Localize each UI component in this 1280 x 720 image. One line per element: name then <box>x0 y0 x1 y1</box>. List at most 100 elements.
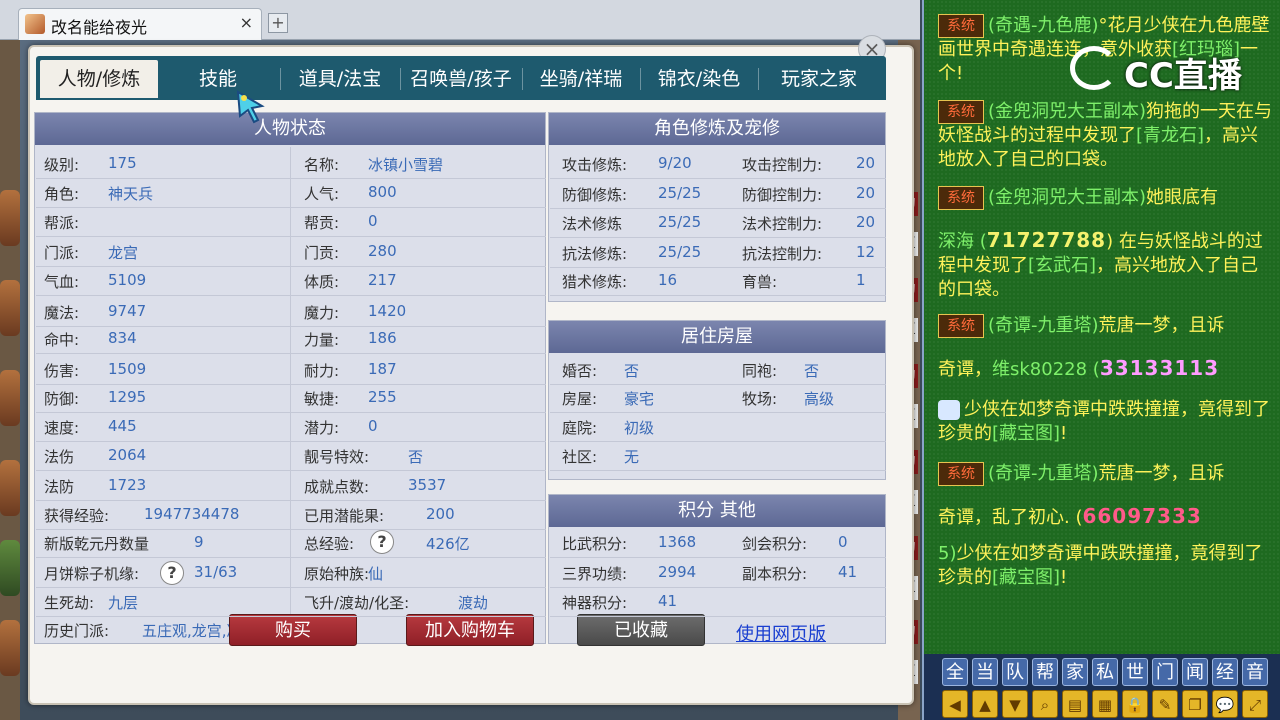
chat-channel-button[interactable]: 闻 <box>1182 658 1208 686</box>
arrow-up-icon[interactable]: ▲ <box>972 690 998 718</box>
dialog-tab-bar: 人物/修炼 技能 道具/法宝 召唤兽/孩子 坐骑/祥瑞 锦衣/染色 玩家之家 <box>36 56 886 100</box>
status-value: 426亿 <box>426 535 470 553</box>
chat-channel-button[interactable]: 家 <box>1062 658 1088 686</box>
chat-panel: 系统 (奇遇-九色鹿)°花月少侠在九色鹿壁画世界中奇遇连连，意外收获[红玛瑙]一个… <box>922 0 1280 654</box>
tab-mounts[interactable]: 坐骑/祥瑞 <box>524 60 638 98</box>
lock-icon[interactable]: 🔒 <box>1122 690 1148 718</box>
chat-channel-button[interactable]: 门 <box>1152 658 1178 686</box>
housing-label: 房屋: <box>562 390 598 408</box>
row-divider <box>550 384 886 385</box>
expand-icon[interactable]: ⤢ <box>1242 690 1268 718</box>
browser-tab[interactable]: 改名能给夜光 × <box>18 8 262 40</box>
favorited-button[interactable]: 已收藏 <box>577 614 705 646</box>
chat-channel-button[interactable]: 队 <box>1002 658 1028 686</box>
status-value: 九层 <box>108 594 139 612</box>
tab-outfits[interactable]: 锦衣/染色 <box>642 60 756 98</box>
chat-channel-button[interactable]: 当 <box>972 658 998 686</box>
status-value: 5109 <box>108 271 147 289</box>
status-label: 获得经验: <box>44 507 110 525</box>
note-icon[interactable]: ▤ <box>1062 690 1088 718</box>
magnify-icon[interactable]: ⌕ <box>1032 690 1058 718</box>
side-character-portrait <box>0 190 20 246</box>
arrow-left-icon[interactable]: ◀ <box>942 690 968 718</box>
cultivation-label: 攻击修炼: <box>562 156 628 174</box>
side-character-portrait <box>0 620 20 676</box>
status-label: 防御: <box>44 390 80 408</box>
close-tab-icon[interactable]: × <box>240 13 253 32</box>
row-divider <box>550 557 886 558</box>
row-divider <box>36 295 546 296</box>
chat-channel-button[interactable]: 音 <box>1242 658 1268 686</box>
housing-label: 婚否: <box>562 362 598 380</box>
new-tab-button[interactable]: + <box>268 13 288 33</box>
row-divider <box>36 441 546 442</box>
status-label: 总经验: <box>304 535 355 553</box>
points-label: 剑会积分: <box>742 535 808 553</box>
arrow-down-icon[interactable]: ▼ <box>1002 690 1028 718</box>
row-divider <box>550 441 886 442</box>
chat-message: 系统 (金兜洞兕大王副本)她眼底有 <box>938 186 1274 210</box>
status-value: 冰镇小雪碧 <box>368 156 444 174</box>
copy-icon[interactable]: ❐ <box>1182 690 1208 718</box>
help-icon[interactable]: ? <box>160 561 184 585</box>
add-to-cart-button[interactable]: 加入购物车 <box>406 614 534 646</box>
tab-player-home[interactable]: 玩家之家 <box>760 60 878 98</box>
row-divider <box>36 529 546 530</box>
status-label: 名称: <box>304 156 340 174</box>
points-panel-title: 积分 其他 <box>549 495 885 527</box>
row-divider <box>550 267 886 268</box>
grid-icon[interactable]: ▦ <box>1092 690 1118 718</box>
web-version-link[interactable]: 使用网页版 <box>736 620 826 646</box>
row-divider <box>36 384 546 385</box>
points-label: 神器积分: <box>562 594 628 612</box>
system-badge: 系统 <box>938 14 984 38</box>
help-icon[interactable]: ? <box>370 530 394 554</box>
points-value: 0 <box>838 533 848 551</box>
status-value: 187 <box>368 360 397 378</box>
status-value: 200 <box>426 505 455 523</box>
points-value: 2994 <box>658 563 697 581</box>
chat-message: 深海 (71727788) 在与妖怪战斗的过程中发现了[玄武石]，高兴地放入了自… <box>938 228 1263 300</box>
tab-character[interactable]: 人物/修炼 <box>40 60 158 98</box>
cultivation-value: 25/25 <box>658 243 702 261</box>
buy-button[interactable]: 购买 <box>229 614 357 646</box>
tab-pets[interactable]: 召唤兽/孩子 <box>402 60 520 98</box>
housing-value: 豪宅 <box>624 390 655 408</box>
row-divider <box>36 470 546 471</box>
status-label: 潜力: <box>304 419 340 437</box>
chat-channel-button[interactable]: 全 <box>942 658 968 686</box>
cultivation-value: 25/25 <box>658 184 702 202</box>
system-badge: 系统 <box>938 314 984 338</box>
cultivation-label: 育兽: <box>742 273 778 291</box>
avatar-icon <box>25 14 45 34</box>
browser-tab-bar: 改名能给夜光 × + <box>0 0 920 40</box>
tab-items[interactable]: 道具/法宝 <box>282 60 398 98</box>
status-label: 伤害: <box>44 362 80 380</box>
chat-channel-button[interactable]: 帮 <box>1032 658 1058 686</box>
status-value: 2064 <box>108 446 147 464</box>
brush-icon[interactable]: ✎ <box>1152 690 1178 718</box>
status-label: 门贡: <box>304 244 340 262</box>
cc-live-logo: CC直播 <box>1124 56 1242 96</box>
chat-message: 系统 (奇谭-九重塔)荒唐一梦，且诉 <box>938 462 1274 486</box>
status-label: 人气: <box>304 185 340 203</box>
chat-channel-button[interactable]: 世 <box>1122 658 1148 686</box>
status-value: 217 <box>368 271 397 289</box>
side-character-portrait <box>0 540 20 596</box>
housing-label: 牧场: <box>742 390 778 408</box>
cultivation-value: 9/20 <box>658 154 692 172</box>
chat-bubble-icon[interactable]: 💬 <box>1212 690 1238 718</box>
chat-channel-button[interactable]: 经 <box>1212 658 1238 686</box>
housing-panel: 居住房屋 <box>548 320 886 480</box>
status-label: 力量: <box>304 331 340 349</box>
chat-channel-button[interactable]: 私 <box>1092 658 1118 686</box>
cc-live-logo-icon <box>1070 46 1118 90</box>
cultivation-panel-title: 角色修炼及宠修 <box>549 113 885 145</box>
status-label: 角色: <box>44 185 80 203</box>
housing-label: 社区: <box>562 448 598 466</box>
housing-value: 高级 <box>804 390 835 408</box>
points-value: 41 <box>658 592 678 610</box>
row-divider <box>36 616 546 617</box>
side-character-portrait <box>0 460 20 516</box>
status-value: 445 <box>108 417 137 435</box>
